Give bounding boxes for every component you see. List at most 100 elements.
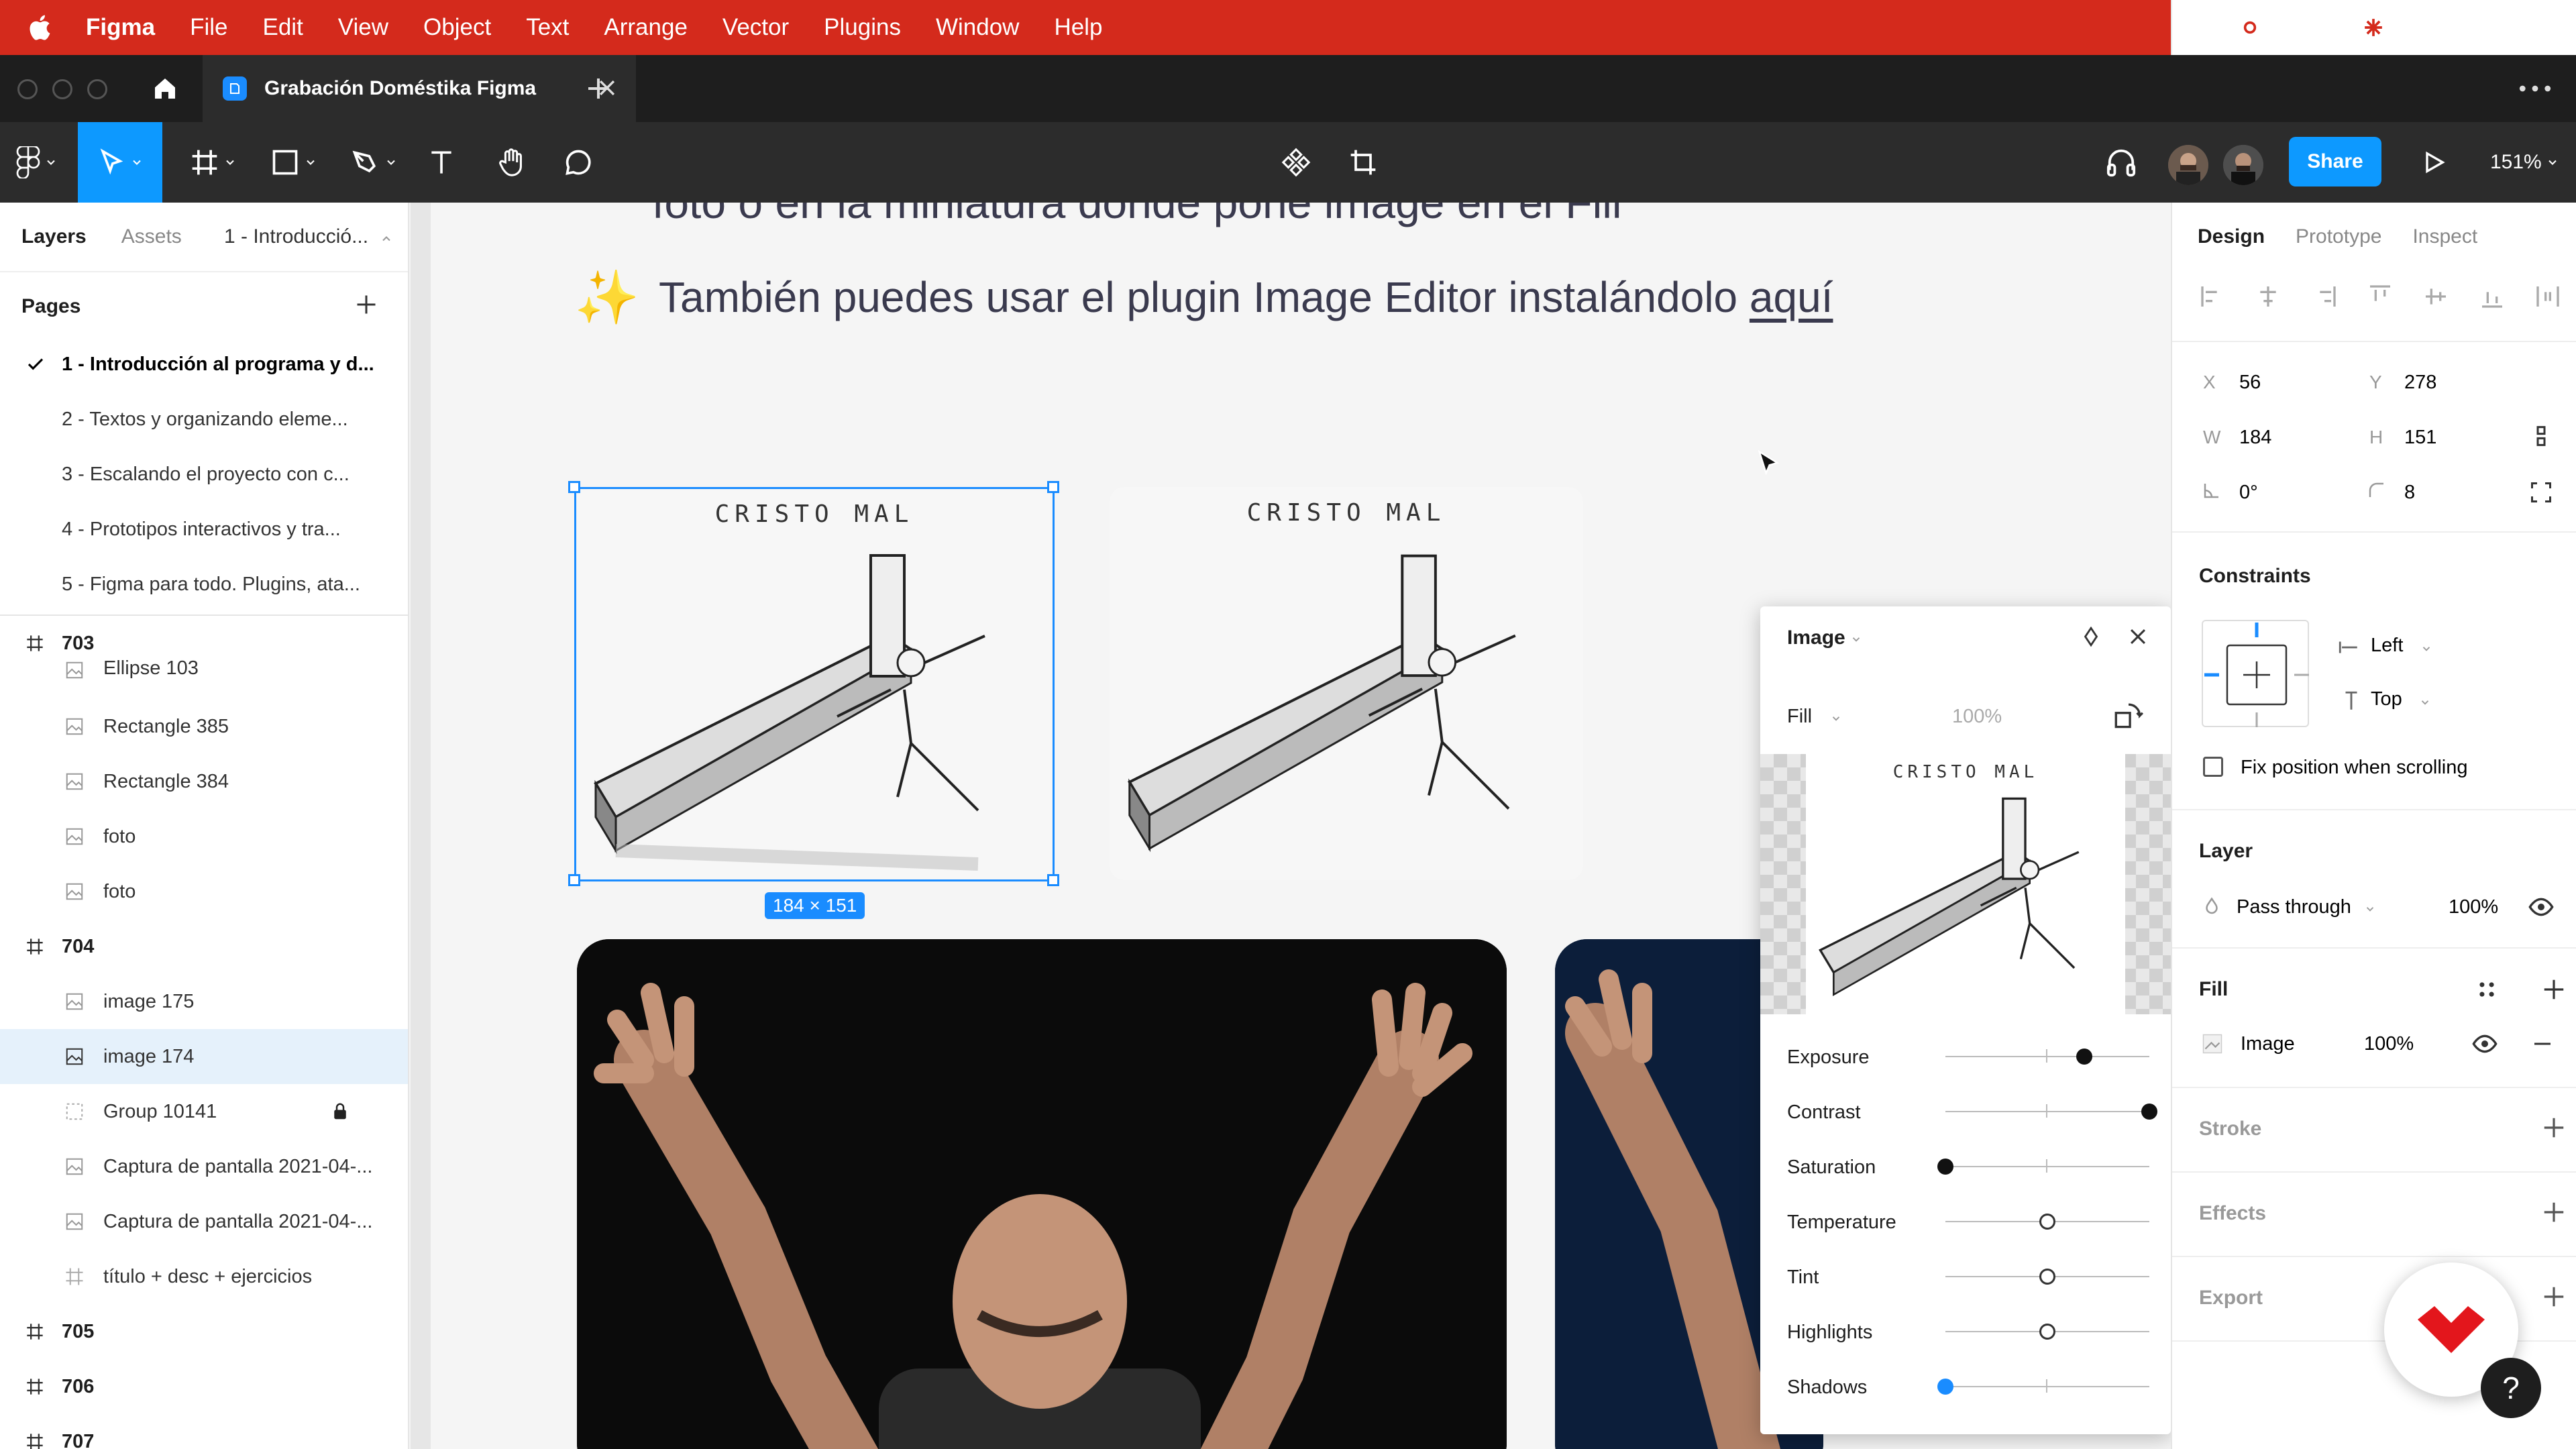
- layer-item[interactable]: Group 10141: [0, 1084, 408, 1139]
- layer-item[interactable]: foto: [0, 864, 408, 919]
- search-icon[interactable]: [2419, 11, 2451, 44]
- menu-object[interactable]: Object: [423, 14, 491, 41]
- app-icon[interactable]: [2234, 11, 2266, 44]
- independent-corners-icon[interactable]: [2529, 480, 2553, 504]
- zoom-dropdown[interactable]: 151%: [2490, 122, 2559, 203]
- chevron-down-icon[interactable]: [1850, 633, 1862, 645]
- layer-item[interactable]: image 175: [0, 974, 408, 1029]
- menu-window[interactable]: Window: [936, 14, 1019, 41]
- shape-tool-button[interactable]: [260, 122, 327, 203]
- align-vertical-center-icon[interactable]: [2422, 283, 2449, 310]
- rotate-icon[interactable]: [2112, 700, 2145, 734]
- slider-knob[interactable]: [1937, 1159, 1953, 1175]
- close-icon[interactable]: [2127, 625, 2149, 648]
- slider-knob[interactable]: [2039, 1269, 2055, 1285]
- more-icon[interactable]: [2518, 82, 2552, 95]
- panel-scrollbar[interactable]: [411, 203, 431, 1449]
- frame-tool-button[interactable]: [180, 122, 247, 203]
- menu-arrange[interactable]: Arrange: [604, 14, 688, 41]
- tab-design[interactable]: Design: [2198, 225, 2265, 248]
- close-window-button[interactable]: [17, 79, 38, 99]
- page-item[interactable]: 4 - Prototipos interactivos y tra...: [0, 502, 408, 557]
- hand-tool-button[interactable]: [488, 122, 535, 203]
- page-item[interactable]: 5 - Figma para todo. Plugins, ata...: [0, 557, 408, 612]
- page-item[interactable]: 1 - Introducción al programa y d...: [0, 337, 408, 392]
- style-drop-icon[interactable]: [2080, 625, 2102, 648]
- chevron-down-icon[interactable]: [2420, 643, 2432, 655]
- layer-item[interactable]: Rectangle 385: [0, 699, 408, 754]
- menu-app-name[interactable]: Figma: [86, 14, 155, 41]
- clock-icon[interactable]: [2542, 11, 2575, 44]
- sketch-image[interactable]: CRISTO MAL: [1110, 487, 1583, 880]
- move-tool-button[interactable]: [78, 122, 162, 203]
- page-item[interactable]: 2 - Textos y organizando eleme...: [0, 392, 408, 447]
- avatar[interactable]: [2223, 145, 2263, 185]
- slider-track[interactable]: [1945, 1386, 2149, 1387]
- audio-button[interactable]: [2100, 122, 2143, 203]
- menu-help[interactable]: Help: [1054, 14, 1102, 41]
- speaker-photo[interactable]: [577, 939, 1507, 1449]
- fill-type-label[interactable]: Image: [2241, 1033, 2295, 1055]
- tab-inspect[interactable]: Inspect: [2412, 225, 2477, 248]
- image-preview[interactable]: CRISTO MAL: [1760, 754, 2171, 1014]
- chevron-down-icon[interactable]: [2364, 903, 2376, 915]
- creative-cloud-icon[interactable]: [2172, 11, 2204, 44]
- style-grid-icon[interactable]: [2475, 978, 2498, 1001]
- align-top-icon[interactable]: [2367, 283, 2394, 310]
- align-horizontal-center-icon[interactable]: [2255, 283, 2282, 310]
- image-fill-swatch-icon[interactable]: [2200, 1032, 2224, 1056]
- chevron-up-icon[interactable]: [380, 232, 393, 246]
- align-right-icon[interactable]: [2311, 283, 2338, 310]
- eye-icon[interactable]: [2528, 894, 2555, 920]
- slider-track[interactable]: [1945, 1056, 2149, 1057]
- zoom-window-button[interactable]: [87, 79, 107, 99]
- layer-frame-704[interactable]: 704: [0, 919, 408, 974]
- slider-knob[interactable]: [2076, 1049, 2092, 1065]
- slider-track[interactable]: [1945, 1111, 2149, 1112]
- plus-cross-icon[interactable]: [2296, 11, 2328, 44]
- snowflake-icon[interactable]: [2357, 11, 2390, 44]
- x-field[interactable]: 56: [2239, 372, 2261, 394]
- layer-item[interactable]: Captura de pantalla 2021-04-...: [0, 1194, 408, 1249]
- image-panel-title[interactable]: Image: [1787, 627, 1845, 649]
- constraint-vertical-dropdown[interactable]: Top: [2371, 688, 2402, 710]
- comment-tool-button[interactable]: [557, 122, 600, 203]
- add-stroke-icon[interactable]: [2541, 1115, 2567, 1140]
- home-tab[interactable]: [131, 55, 199, 122]
- rotation-field[interactable]: 0°: [2239, 482, 2258, 504]
- chevron-down-icon[interactable]: [2419, 696, 2431, 708]
- page-selector[interactable]: 1 - Introducció...: [224, 225, 368, 248]
- text-tool-button[interactable]: [421, 122, 462, 203]
- resize-handle[interactable]: [568, 481, 580, 493]
- layer-item[interactable]: Captura de pantalla 2021-04-...: [0, 1139, 408, 1194]
- remove-fill-icon[interactable]: [2530, 1032, 2555, 1056]
- image-opacity[interactable]: 100%: [1952, 706, 2002, 728]
- menu-view[interactable]: View: [338, 14, 388, 41]
- slider-knob[interactable]: [2039, 1324, 2055, 1340]
- align-bottom-icon[interactable]: [2479, 283, 2506, 310]
- layer-item[interactable]: Ellipse 103: [0, 657, 408, 699]
- menu-edit[interactable]: Edit: [262, 14, 303, 41]
- fill-mode-dropdown[interactable]: Fill: [1787, 706, 1812, 728]
- tab-prototype[interactable]: Prototype: [2296, 225, 2381, 248]
- constraint-horizontal-dropdown[interactable]: Left: [2371, 635, 2403, 657]
- constraint-widget[interactable]: [2202, 620, 2309, 727]
- align-left-icon[interactable]: [2199, 283, 2226, 310]
- constrain-proportions-icon[interactable]: [2528, 423, 2555, 449]
- menu-text[interactable]: Text: [526, 14, 569, 41]
- avatar[interactable]: [2168, 145, 2208, 185]
- pen-tool-button[interactable]: [341, 122, 408, 203]
- help-button[interactable]: ?: [2481, 1358, 2541, 1418]
- menu-plugins[interactable]: Plugins: [824, 14, 901, 41]
- layer-opacity-field[interactable]: 100%: [2449, 896, 2498, 918]
- share-button[interactable]: Share: [2289, 137, 2381, 186]
- menu-vector[interactable]: Vector: [722, 14, 789, 41]
- y-field[interactable]: 278: [2404, 372, 2436, 394]
- layer-item[interactable]: Rectangle 384: [0, 754, 408, 809]
- add-fill-icon[interactable]: [2541, 977, 2567, 1002]
- present-button[interactable]: [2412, 122, 2455, 203]
- layer-item-selected[interactable]: image 174: [0, 1029, 408, 1084]
- resize-handle[interactable]: [1047, 874, 1059, 886]
- menu-file[interactable]: File: [190, 14, 227, 41]
- main-menu-button[interactable]: [0, 122, 74, 203]
